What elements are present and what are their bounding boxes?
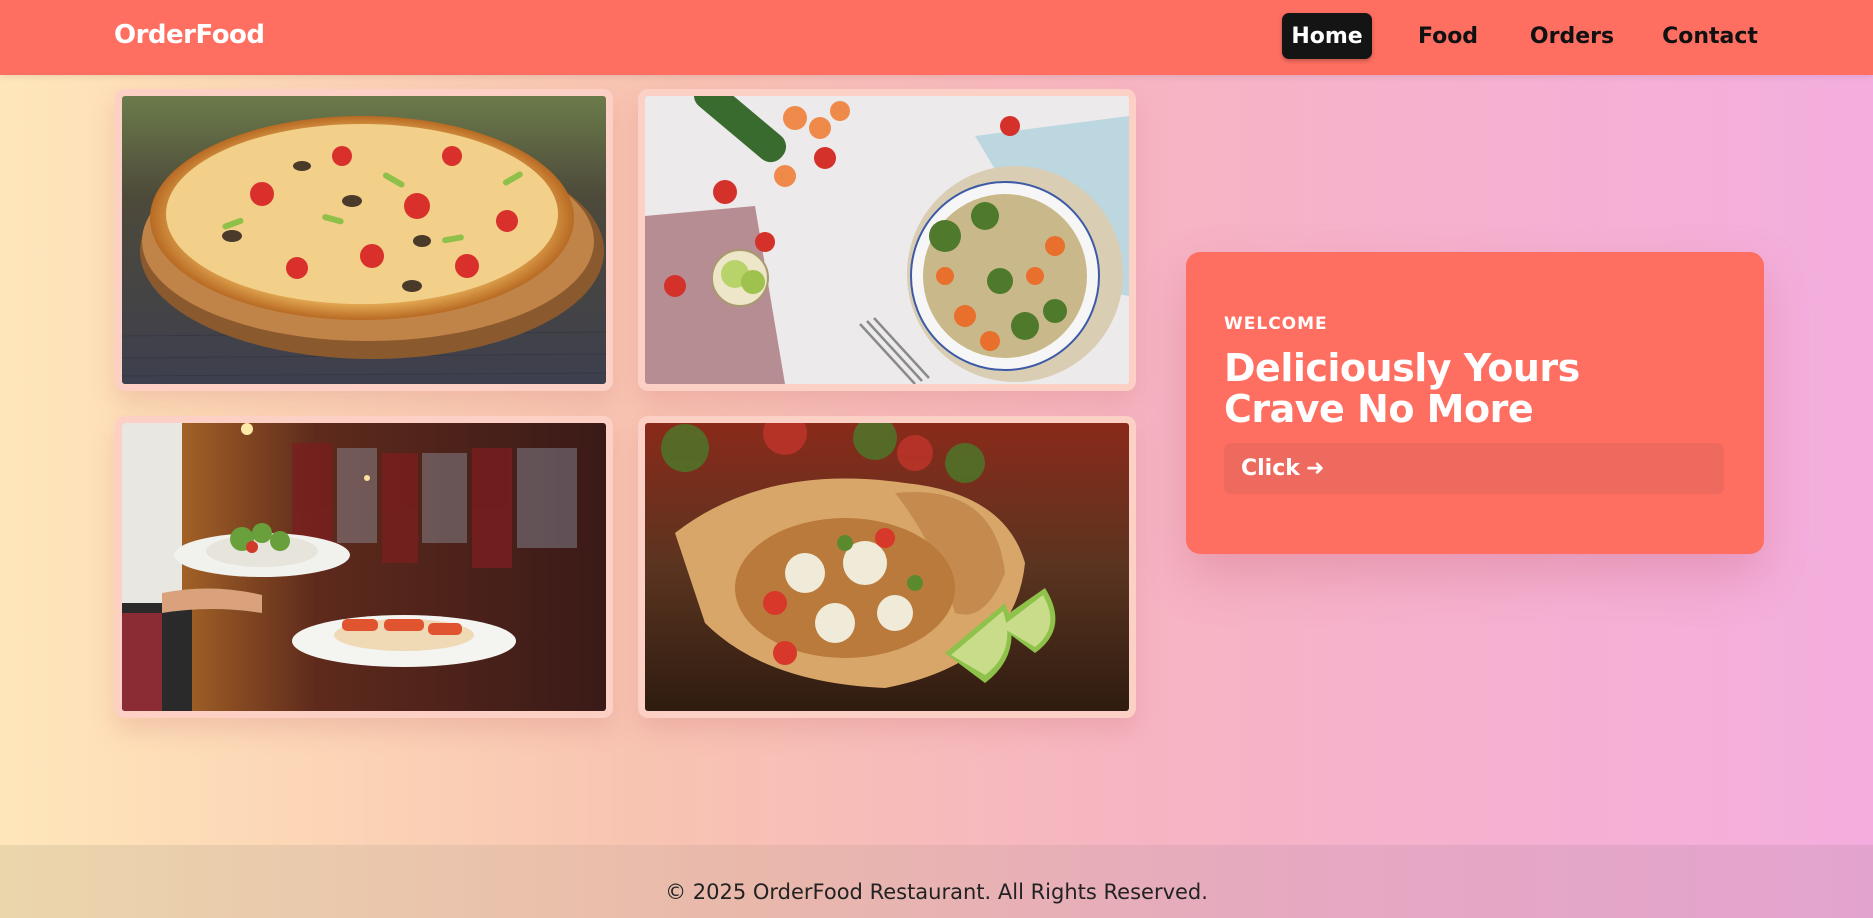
gallery-card-pizza [115, 89, 613, 391]
welcome-panel: WELCOME Deliciously Yours Crave No More … [1186, 252, 1764, 554]
waiter-serving-image [122, 423, 606, 711]
click-button-label: Click [1241, 456, 1300, 481]
nav-home-link[interactable]: Home [1282, 13, 1372, 59]
nav-food-link[interactable]: Food [1406, 13, 1490, 59]
site-logo[interactable]: OrderFood [114, 20, 265, 50]
gallery-card-burrito [638, 416, 1136, 718]
top-navbar: OrderFood Home Food Orders Contact [0, 0, 1873, 75]
footer-copyright: © 2025 OrderFood Restaurant. All Rights … [665, 880, 1208, 904]
page-footer: © 2025 OrderFood Restaurant. All Rights … [0, 845, 1873, 918]
hero-headline-line2: Crave No More [1224, 387, 1534, 431]
hero-headline: Deliciously Yours Crave No More [1224, 348, 1580, 430]
nav-contact-link[interactable]: Contact [1658, 13, 1762, 59]
click-button[interactable]: Click ➜ [1224, 443, 1724, 494]
burrito-image [645, 423, 1129, 711]
gallery-card-waiter [115, 416, 613, 718]
hero-headline-line1: Deliciously Yours [1224, 346, 1580, 390]
arrow-right-icon: ➜ [1305, 456, 1325, 481]
nav-orders-link[interactable]: Orders [1522, 13, 1622, 59]
pizza-image [122, 96, 606, 384]
welcome-kicker: WELCOME [1224, 314, 1328, 334]
salad-bowl-image [645, 96, 1129, 384]
gallery-card-salad [638, 89, 1136, 391]
